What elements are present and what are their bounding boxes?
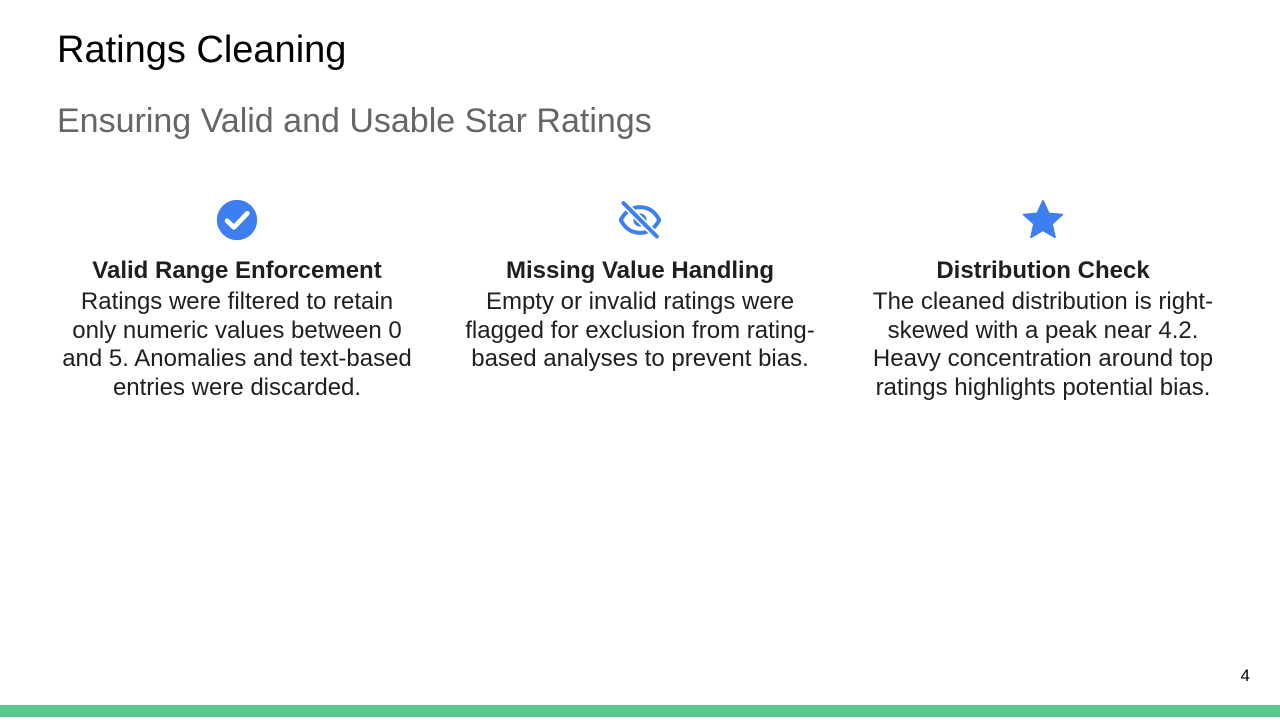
footer-accent-bar xyxy=(0,705,1280,717)
column-heading: Valid Range Enforcement xyxy=(92,257,382,284)
column-valid-range: Valid Range Enforcement Ratings were fil… xyxy=(47,198,427,402)
slide-title: Ratings Cleaning xyxy=(57,29,347,71)
column-distribution-check: Distribution Check The cleaned distribut… xyxy=(853,198,1233,402)
star-icon xyxy=(1022,200,1064,239)
eye-off-icon xyxy=(618,200,662,240)
slide-subtitle: Ensuring Valid and Usable Star Ratings xyxy=(57,102,652,140)
slide: Ratings Cleaning Ensuring Valid and Usab… xyxy=(0,0,1280,720)
page-number: 4 xyxy=(1240,666,1250,685)
column-body: Empty or invalid ratings were flagged fo… xyxy=(465,288,815,372)
column-heading: Missing Value Handling xyxy=(505,257,775,284)
column-missing-values: Missing Value Handling Empty or invalid … xyxy=(450,198,830,374)
column-body: Ratings were filtered to retain only num… xyxy=(62,288,412,401)
check-circle-icon xyxy=(216,199,258,241)
column-heading: Distribution Check xyxy=(936,257,1150,284)
column-body: The cleaned distribution is right-skewed… xyxy=(872,288,1214,401)
